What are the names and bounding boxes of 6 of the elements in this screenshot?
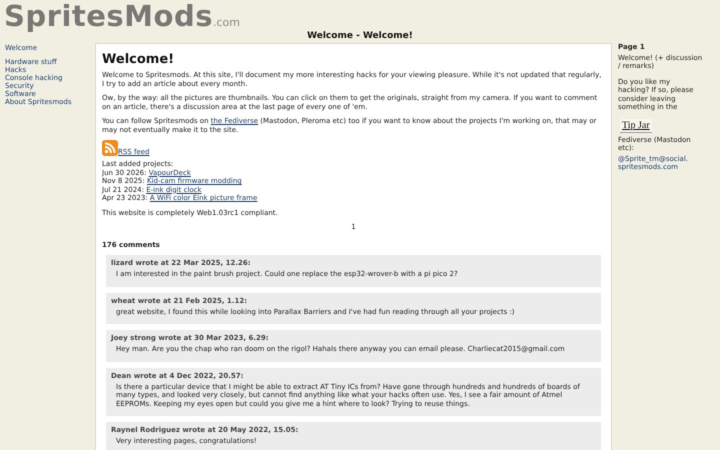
page-title: Welcome - Welcome! bbox=[306, 31, 414, 43]
site-logo[interactable]: SpritesMods bbox=[4, 0, 213, 32]
article-heading: Welcome! bbox=[102, 52, 176, 67]
logo-domain: .com bbox=[212, 16, 240, 29]
tip-jar-button[interactable]: Tip Jar bbox=[620, 118, 652, 132]
rss-icon[interactable] bbox=[102, 140, 118, 156]
